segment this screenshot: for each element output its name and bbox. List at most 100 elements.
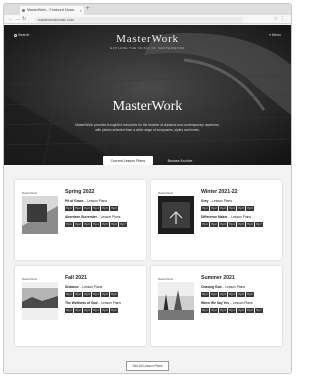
page-button[interactable]: Pg 1 — [65, 222, 73, 227]
page-button[interactable]: Pg 4 — [92, 206, 100, 211]
track-title[interactable]: Chasing God – Lesson Plans — [201, 285, 277, 289]
album-art-image — [158, 282, 194, 320]
page-button[interactable]: Pg 1 — [201, 292, 209, 297]
track-suffix: Lesson Plans — [87, 199, 107, 203]
page-button[interactable]: Pg 7 — [255, 308, 263, 313]
page-button[interactable]: Pg 3 — [219, 206, 227, 211]
track-suffix: Lesson Plans — [231, 215, 252, 219]
page-button[interactable]: Pg 3 — [219, 292, 227, 297]
page-button[interactable]: Pg 6 — [246, 292, 254, 297]
url-field[interactable]: masterworkmusic.com — [34, 16, 244, 23]
hero-section: Search MasterWork EXPLORE THE MUSIC OF M… — [4, 25, 291, 165]
page-button[interactable]: Pg 6 — [110, 292, 118, 297]
page-button[interactable]: Pg 1 — [65, 206, 73, 211]
back-icon[interactable]: ← — [8, 16, 15, 22]
hero-description: MasterWork provides thoughtful resources… — [75, 123, 220, 132]
track-title[interactable]: The Wellness of God – Lesson Plans — [65, 301, 141, 305]
card-title[interactable]: Summer 2021 — [201, 275, 277, 281]
track-suffix: Lesson Plans — [100, 215, 121, 219]
page-button[interactable]: Pg 2 — [210, 222, 218, 227]
page-button[interactable]: Pg 3 — [83, 222, 91, 227]
page-button[interactable]: Pg 3 — [83, 206, 91, 211]
nav-icons: ←→↻ — [8, 16, 28, 22]
page-button[interactable]: Pg 2 — [210, 308, 218, 313]
lesson-card: MasterWork Summer 2021 Chasing God – Les… — [151, 266, 282, 346]
card-title[interactable]: Winter 2021-22 — [201, 189, 277, 195]
page-button[interactable]: Pg 3 — [219, 308, 227, 313]
page-button[interactable]: Pg 1 — [201, 308, 209, 313]
page-button[interactable]: Pg 5 — [101, 308, 109, 313]
lesson-card: MasterWork Fall 2021 Distance – Lesson P… — [15, 266, 146, 346]
browser-tab[interactable]: MasterWork - Featured Music × — [20, 6, 84, 15]
track-suffix: Lesson Plans — [232, 301, 253, 305]
page-button[interactable]: Pg 5 — [237, 292, 245, 297]
card-title[interactable]: Spring 2022 — [65, 189, 141, 195]
card-body: Spring 2022 Pit of Grace – Lesson Plans … — [65, 189, 141, 231]
track-name: When We Say Yes — [201, 301, 230, 305]
page-button[interactable]: Pg 6 — [110, 222, 118, 227]
page-button[interactable]: Pg 2 — [210, 206, 218, 211]
see-all-lesson-plans-button[interactable]: See All Lesson Plans — [125, 361, 170, 371]
reload-icon[interactable]: ↻ — [22, 16, 28, 22]
page-button[interactable]: Pg 1 — [201, 222, 209, 227]
page-button[interactable]: Pg 2 — [74, 308, 82, 313]
address-bar: ←→↻ masterworkmusic.com ☆⋮ — [4, 15, 291, 24]
card-thumbnail[interactable]: MasterWork — [22, 190, 58, 236]
track-title[interactable]: Distance – Lesson Plans — [65, 285, 141, 289]
page-button[interactable]: Pg 6 — [246, 206, 254, 211]
card-thumbnail[interactable]: MasterWork — [22, 276, 58, 322]
page-button[interactable]: Pg 4 — [92, 292, 100, 297]
card-thumbnail[interactable]: MasterWork — [158, 276, 194, 322]
page-button[interactable]: Pg 4 — [92, 222, 100, 227]
page-button[interactable]: Pg 3 — [219, 222, 227, 227]
hero-title: MasterWork — [112, 99, 183, 114]
page-button[interactable]: Pg 2 — [74, 206, 82, 211]
site-logo[interactable]: MasterWork — [4, 33, 291, 45]
page-button[interactable]: Pg 2 — [74, 292, 82, 297]
track-name: Chasing God — [201, 285, 222, 289]
track-name: The Wellness of God — [65, 301, 98, 305]
page-button[interactable]: Pg 5 — [101, 292, 109, 297]
forward-icon[interactable]: → — [15, 16, 22, 22]
page-button[interactable]: Pg 1 — [65, 308, 73, 313]
page-button[interactable]: Pg 3 — [83, 292, 91, 297]
page-button[interactable]: Pg 6 — [246, 308, 254, 313]
hero-nav: Search MasterWork EXPLORE THE MUSIC OF M… — [4, 25, 291, 50]
page-button[interactable]: Pg 2 — [74, 222, 82, 227]
page-button[interactable]: Pg 6 — [110, 308, 118, 313]
track-title[interactable]: Grey – Lesson Plans — [201, 199, 277, 203]
page-button[interactable]: Pg 5 — [101, 222, 109, 227]
lesson-card: MasterWork Spring 2022 Pit of Grace – Le… — [15, 180, 146, 260]
card-title[interactable]: Fall 2021 — [65, 275, 141, 281]
page-button[interactable]: Pg 7 — [119, 222, 127, 227]
new-tab-icon[interactable]: + — [86, 5, 90, 14]
track-title[interactable]: Pit of Grace – Lesson Plans — [65, 199, 141, 203]
page-button[interactable]: Pg 6 — [246, 222, 254, 227]
more-icon[interactable]: ⋮ — [280, 16, 287, 22]
track-title[interactable]: Aberdeen Surrender – Lesson Plans — [65, 215, 141, 219]
page-button[interactable]: Pg 2 — [210, 292, 218, 297]
page-button[interactable]: Pg 7 — [255, 222, 263, 227]
browse-archive-link[interactable]: Browse Archive — [168, 159, 193, 163]
current-lesson-plans-button[interactable]: Current Lesson Plans — [102, 156, 154, 165]
page-button[interactable]: Pg 4 — [228, 206, 236, 211]
page-button[interactable]: Pg 4 — [92, 308, 100, 313]
page-button[interactable]: Pg 4 — [228, 292, 236, 297]
page-buttons: Pg 1 Pg 2 Pg 3 Pg 4 Pg 5 Pg 6 — [65, 291, 141, 298]
track-title[interactable]: Difference Maker – Lesson Plans — [201, 215, 277, 219]
menu-link[interactable]: ≡ Menu — [269, 33, 281, 37]
page-button[interactable]: Pg 5 — [237, 206, 245, 211]
track-title[interactable]: When We Say Yes – Lesson Plans — [201, 301, 277, 305]
close-icon[interactable]: × — [80, 6, 82, 15]
page-button[interactable]: Pg 5 — [237, 222, 245, 227]
page-button[interactable]: Pg 5 — [101, 206, 109, 211]
page-button[interactable]: Pg 1 — [201, 206, 209, 211]
page-button[interactable]: Pg 6 — [110, 206, 118, 211]
page-button[interactable]: Pg 4 — [228, 308, 236, 313]
page-button[interactable]: Pg 4 — [228, 222, 236, 227]
page-button[interactable]: Pg 3 — [83, 308, 91, 313]
browser-window: MasterWork - Featured Music × + ←→↻ mast… — [3, 3, 292, 374]
page-button[interactable]: Pg 5 — [237, 308, 245, 313]
card-thumbnail[interactable]: MasterWork — [158, 190, 194, 236]
page-button[interactable]: Pg 1 — [65, 292, 73, 297]
